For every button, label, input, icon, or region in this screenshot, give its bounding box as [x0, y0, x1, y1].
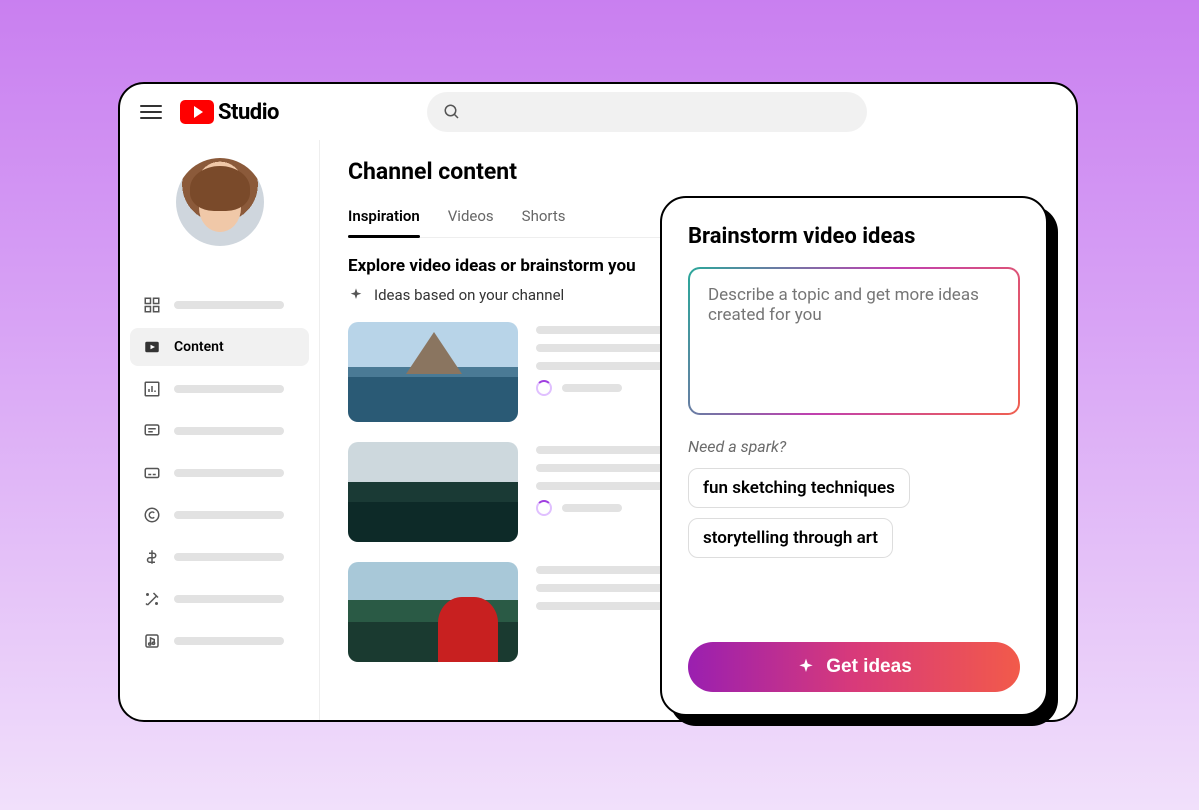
sparkle-icon [348, 287, 364, 303]
prompt-box [688, 267, 1020, 415]
tab-shorts[interactable]: Shorts [522, 199, 566, 237]
content-icon [142, 337, 162, 357]
brand-text: Studio [218, 100, 279, 125]
tab-inspiration[interactable]: Inspiration [348, 199, 420, 237]
sidebar-item-customize[interactable] [130, 580, 309, 618]
spark-label: Need a spark? [688, 437, 1020, 456]
tab-videos[interactable]: Videos [448, 199, 494, 237]
idea-thumbnail [348, 562, 518, 662]
sidebar-item-comments[interactable] [130, 412, 309, 450]
youtube-play-icon [180, 100, 214, 124]
sidebar-item-content[interactable]: Content [130, 328, 309, 366]
chips: fun sketching techniques storytelling th… [688, 468, 1020, 558]
loading-icon [536, 380, 552, 396]
sidebar-item-copyright[interactable] [130, 496, 309, 534]
nav: Content [120, 286, 319, 660]
header: Studio [120, 84, 1076, 140]
search-input[interactable] [427, 92, 867, 132]
dashboard-icon [142, 295, 162, 315]
get-ideas-button[interactable]: Get ideas [688, 642, 1020, 692]
suggestion-chip[interactable]: fun sketching techniques [688, 468, 910, 508]
loading-icon [536, 500, 552, 516]
comments-icon [142, 421, 162, 441]
avatar[interactable] [176, 158, 264, 246]
idea-thumbnail [348, 442, 518, 542]
subtitles-icon [142, 463, 162, 483]
subtitle-text: Ideas based on your channel [374, 286, 564, 304]
sparkle-icon [796, 657, 816, 677]
prompt-input[interactable] [708, 285, 1000, 397]
sidebar-item-earn[interactable] [130, 538, 309, 576]
page-title: Channel content [348, 158, 1048, 185]
menu-icon[interactable] [140, 101, 162, 123]
suggestion-chip[interactable]: storytelling through art [688, 518, 893, 558]
cta-label: Get ideas [826, 656, 912, 678]
sidebar-item-subtitles[interactable] [130, 454, 309, 492]
copyright-icon [142, 505, 162, 525]
sidebar-item-dashboard[interactable] [130, 286, 309, 324]
audio-icon [142, 631, 162, 651]
analytics-icon [142, 379, 162, 399]
sidebar-item-label: Content [174, 339, 224, 355]
panel-title: Brainstorm video ideas [688, 224, 1020, 249]
brainstorm-panel: Brainstorm video ideas Need a spark? fun… [660, 196, 1048, 716]
sidebar-item-audio[interactable] [130, 622, 309, 660]
studio-logo[interactable]: Studio [180, 100, 279, 125]
sidebar-item-analytics[interactable] [130, 370, 309, 408]
sidebar: Content [120, 140, 320, 720]
earn-icon [142, 547, 162, 567]
search-icon [443, 103, 461, 121]
idea-thumbnail [348, 322, 518, 422]
customize-icon [142, 589, 162, 609]
